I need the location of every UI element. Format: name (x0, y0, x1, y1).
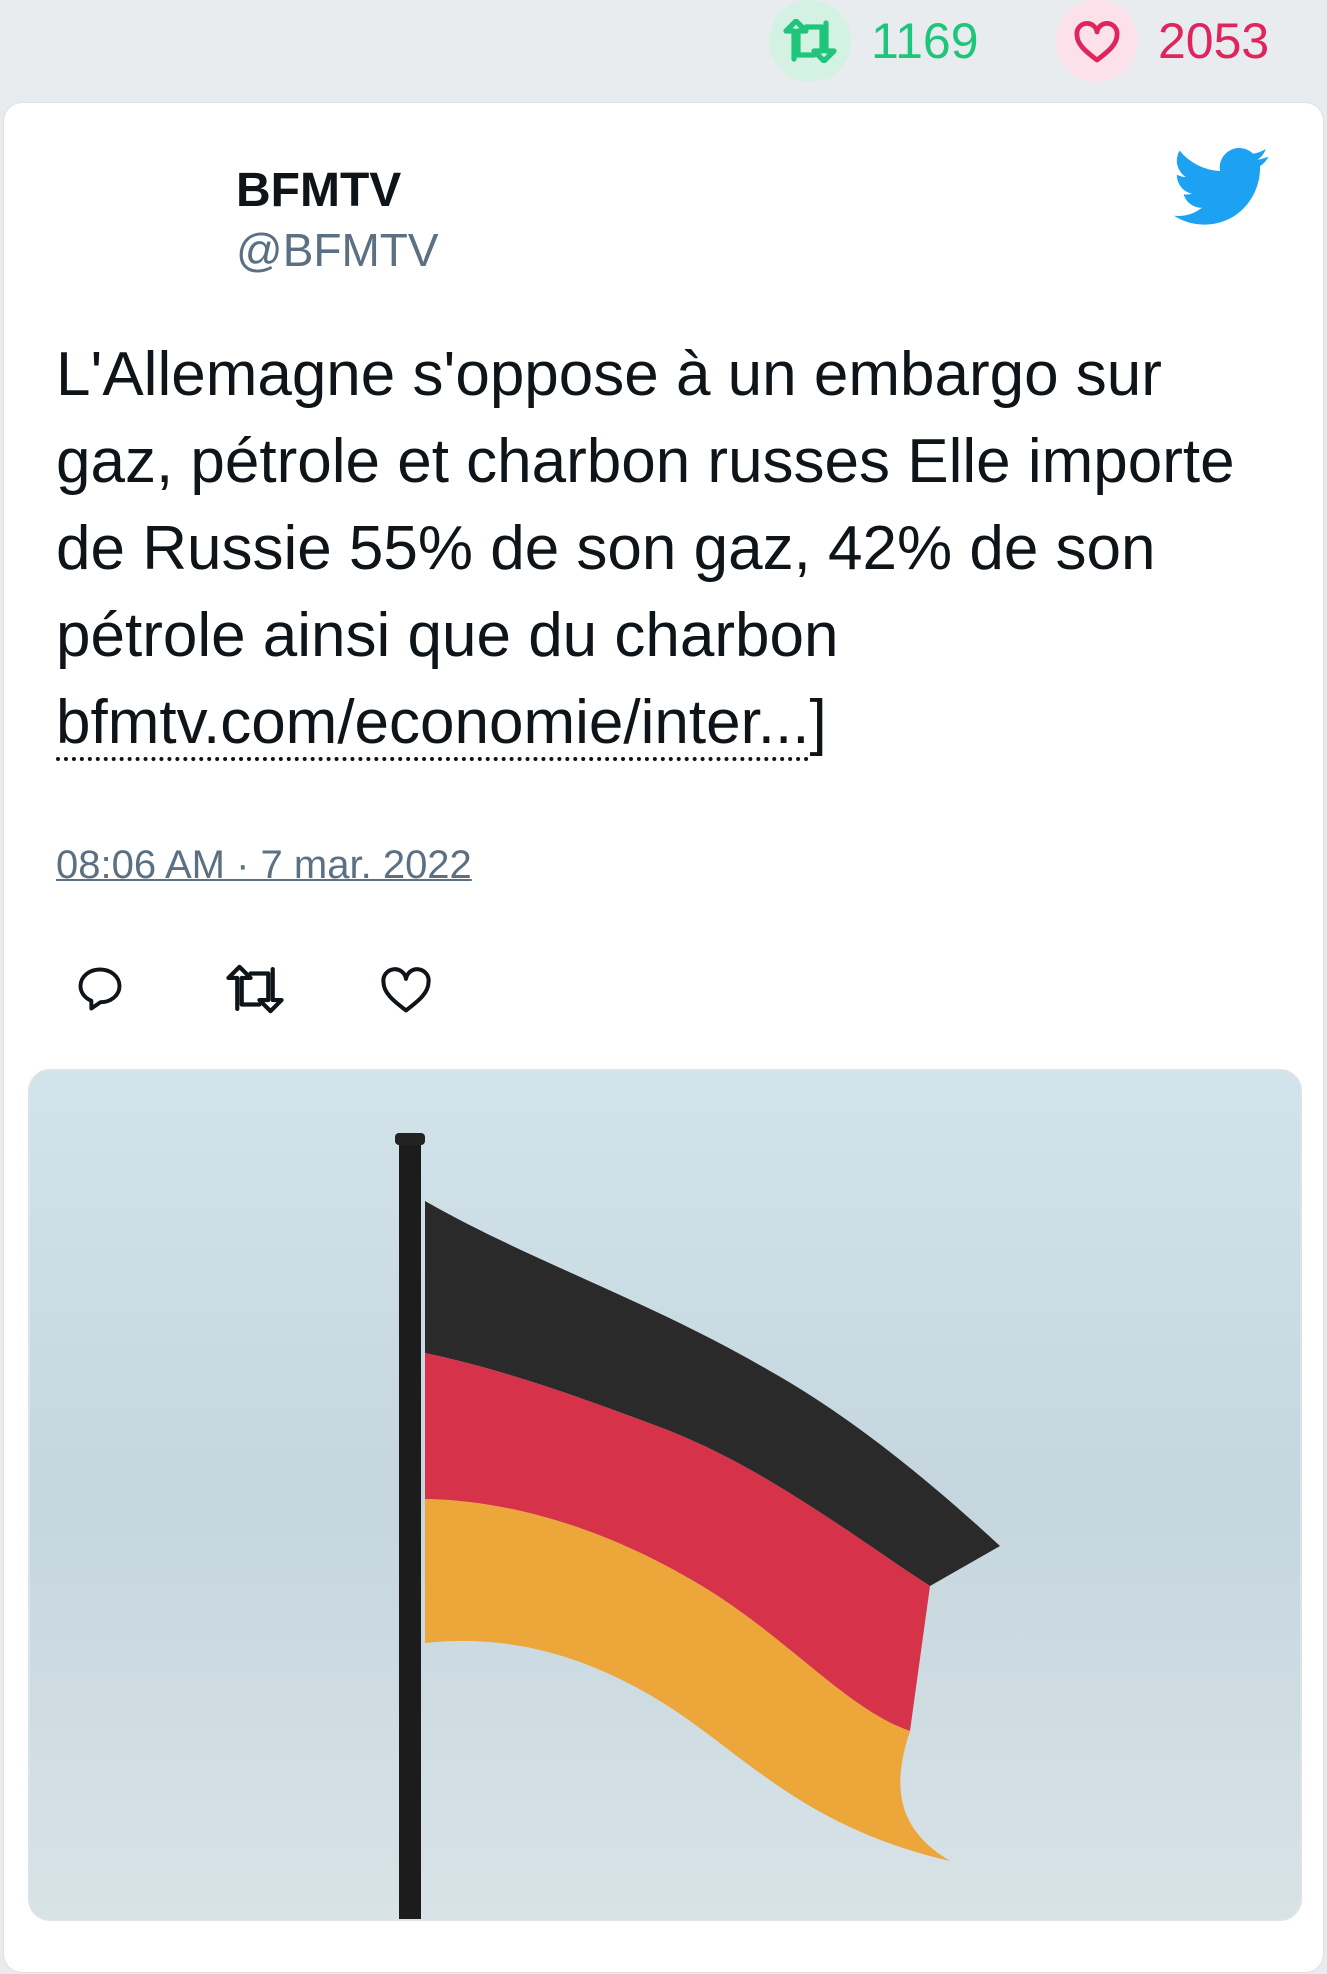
twitter-bird-icon[interactable] (1174, 147, 1270, 232)
flag-pole (399, 1141, 421, 1919)
like-stat[interactable]: 2053 (1056, 0, 1269, 82)
like-stat-icon (1056, 0, 1138, 82)
tweet-timestamp[interactable]: 08:06 AM · 7 mar. 2022 (56, 843, 472, 888)
author-handle[interactable]: @BFMTV (236, 223, 439, 277)
german-flag-photo (30, 1071, 1300, 1919)
retweet-count: 1169 (871, 13, 979, 69)
tweet-text: L'Allemagne s'oppose à un embargo sur ga… (56, 331, 1286, 766)
tweet-media-image[interactable] (28, 1069, 1302, 1921)
tweet-body: L'Allemagne s'oppose à un embargo sur ga… (56, 340, 1235, 670)
tweet-link[interactable]: bfmtv.com/economie/inter... (56, 688, 810, 761)
retweet-icon[interactable] (224, 963, 286, 1020)
tweet-link-suffix: ] (809, 688, 827, 757)
like-icon[interactable] (379, 963, 433, 1020)
author-name[interactable]: BFMTV (236, 163, 401, 218)
like-count: 2053 (1158, 13, 1270, 69)
reply-icon[interactable] (74, 963, 126, 1020)
engagement-stats-bar: 1169 2053 (0, 0, 1327, 95)
retweet-stat[interactable]: 1169 (769, 0, 979, 82)
retweet-stat-icon (769, 0, 851, 82)
tweet-card: BFMTV @BFMTV L'Allemagne s'oppose à un e… (4, 103, 1323, 1972)
